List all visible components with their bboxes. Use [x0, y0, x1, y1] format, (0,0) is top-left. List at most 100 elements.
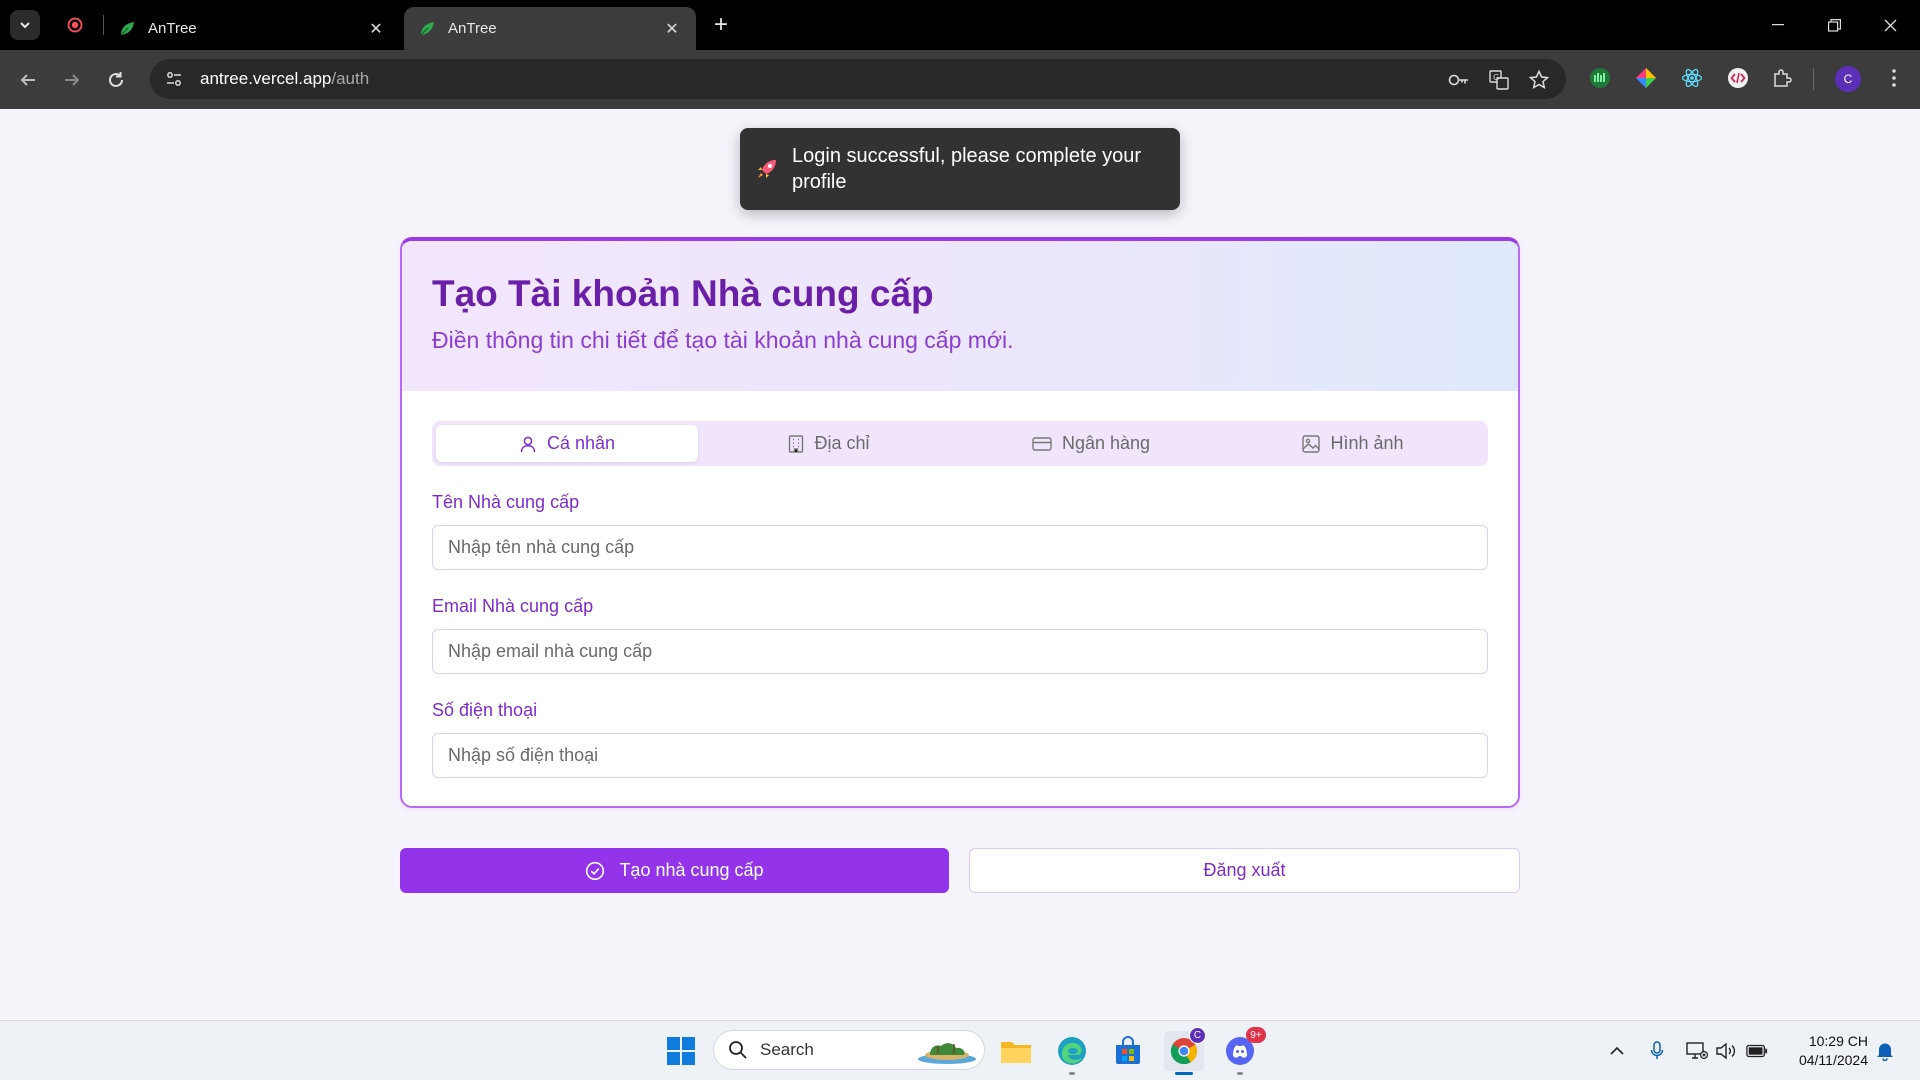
phone-label: Số điện thoại — [432, 700, 538, 720]
chevron-up-icon — [1610, 1046, 1624, 1055]
notification-bell-icon[interactable] — [1874, 1040, 1896, 1062]
volume-icon[interactable] — [1716, 1040, 1738, 1062]
clock-date: 04/11/2024 — [1798, 1052, 1868, 1068]
close-window-button[interactable] — [1862, 0, 1918, 50]
page-subtitle: Điền thông tin chi tiết để tạo tài khoản… — [432, 327, 1014, 353]
back-button[interactable] — [12, 64, 44, 96]
url-path: /auth — [331, 69, 370, 88]
phone-input[interactable] — [432, 733, 1488, 778]
supplier-email-input[interactable] — [432, 629, 1488, 674]
ms-store-icon[interactable] — [1108, 1031, 1148, 1071]
supplier-email-label: Email Nhà cung cấp — [432, 596, 594, 616]
toast-message: Login successful, please complete your p… — [792, 145, 1142, 193]
tab-antree-1[interactable]: AnTree ✕ — [104, 7, 400, 50]
create-supplier-button[interactable]: Tạo nhà cung cấp — [400, 848, 949, 893]
bookmark-star-icon[interactable] — [1528, 69, 1550, 91]
microphone-icon[interactable] — [1646, 1040, 1668, 1062]
url-text: antree.vercel.app/auth — [200, 69, 369, 89]
forward-button[interactable] — [56, 64, 88, 96]
login-success-toast: Login successful, please complete your p… — [740, 128, 1180, 210]
url-host: antree.vercel.app — [200, 69, 332, 88]
tab-bank[interactable]: Ngân hàng — [960, 425, 1222, 462]
logout-button[interactable]: Đăng xuất — [969, 848, 1520, 893]
arrow-left-icon — [20, 74, 35, 86]
card-body: Cá nhân Địa chỉ Ngân hàng Hình ảnh Tên N… — [402, 391, 1518, 806]
running-indicator — [1069, 1072, 1075, 1075]
check-circle-icon — [586, 861, 605, 880]
extensions-puzzle-icon[interactable] — [1770, 66, 1794, 90]
tab-antree-2[interactable]: AnTree ✕ — [404, 7, 696, 50]
running-indicator — [1175, 1072, 1193, 1075]
chevron-down-icon — [20, 22, 30, 29]
leaf-icon — [420, 21, 434, 35]
minimize-icon — [1772, 24, 1784, 26]
profile-avatar[interactable]: C — [1835, 66, 1861, 92]
password-key-icon[interactable] — [1448, 69, 1470, 91]
show-hidden-icons-button[interactable] — [1606, 1040, 1628, 1062]
running-indicator — [1237, 1072, 1243, 1075]
record-icon — [67, 17, 83, 33]
close-icon — [1884, 19, 1896, 31]
supplier-name-label: Tên Nhà cung cấp — [432, 492, 580, 512]
card-header: Tạo Tài khoản Nhà cung cấp Điền thông ti… — [402, 241, 1518, 391]
edge-icon[interactable] — [1052, 1031, 1092, 1075]
toolbar-divider — [1813, 68, 1814, 90]
create-supplier-card: Tạo Tài khoản Nhà cung cấp Điền thông ti… — [400, 237, 1520, 808]
close-tab-icon[interactable]: ✕ — [662, 19, 682, 39]
restore-button[interactable] — [1806, 0, 1862, 50]
windows-logo-icon — [667, 1037, 695, 1065]
browser-toolbar: antree.vercel.app/auth G C — [0, 50, 1920, 109]
reload-icon — [109, 72, 123, 87]
leaf-icon — [120, 21, 134, 35]
image-icon — [1302, 434, 1321, 453]
network-icon[interactable] — [1686, 1040, 1708, 1062]
taskbar-clock[interactable]: 10:29 CH 04/11/2024 — [1778, 1032, 1868, 1070]
minimize-button[interactable] — [1750, 0, 1806, 50]
close-tab-icon[interactable]: ✕ — [366, 19, 386, 39]
file-explorer-icon[interactable] — [996, 1031, 1036, 1071]
battery-icon[interactable] — [1746, 1040, 1768, 1062]
search-icon — [729, 1041, 747, 1059]
supplier-name-input[interactable] — [432, 525, 1488, 570]
extension-code-icon[interactable] — [1726, 66, 1750, 90]
browser-tab-bar: AnTree ✕ AnTree ✕ + — [0, 0, 1920, 50]
rocket-icon — [758, 160, 776, 178]
credit-card-icon — [1032, 436, 1052, 451]
site-info-icon[interactable] — [156, 70, 192, 88]
chrome-taskbar-icon[interactable]: C — [1164, 1027, 1206, 1075]
clock-time: 10:29 CH — [1808, 1033, 1868, 1049]
browser-menu-icon[interactable] — [1882, 66, 1906, 90]
extension-meter-icon[interactable] — [1588, 66, 1612, 90]
tab-label: Hình ảnh — [1330, 433, 1404, 453]
chrome-profile-badge: C — [1189, 1027, 1206, 1044]
extension-colorpicker-icon[interactable] — [1634, 66, 1658, 90]
discord-icon[interactable]: 9+ — [1220, 1027, 1266, 1075]
taskbar-search[interactable]: Search — [713, 1030, 985, 1070]
discord-notification-badge: 9+ — [1246, 1027, 1266, 1043]
tab-title: AnTree — [448, 20, 497, 37]
tab-label: Cá nhân — [546, 433, 616, 453]
extension-react-devtools-icon[interactable] — [1680, 66, 1704, 90]
windows-taskbar: Search C 9+ 10:29 CH 04/11/2024 — [0, 1020, 1920, 1080]
user-icon — [520, 436, 536, 452]
record-indicator[interactable] — [60, 10, 90, 40]
tab-images[interactable]: Hình ảnh — [1222, 425, 1484, 462]
tab-label: Địa chỉ — [814, 433, 870, 453]
search-label: Search — [760, 1040, 814, 1059]
tab-search-button[interactable] — [10, 10, 40, 40]
translate-icon[interactable]: G — [1488, 69, 1510, 91]
tab-personal[interactable]: Cá nhân — [436, 425, 698, 462]
island-illustration-icon — [918, 1043, 976, 1064]
tab-label: Ngân hàng — [1061, 433, 1151, 453]
reload-button[interactable] — [100, 64, 132, 96]
start-button[interactable] — [661, 1031, 701, 1071]
address-bar[interactable]: antree.vercel.app/auth G — [150, 59, 1566, 99]
new-tab-button[interactable]: + — [706, 10, 736, 40]
svg-text:G: G — [1493, 73, 1499, 82]
restore-icon — [1827, 18, 1841, 32]
create-supplier-label: Tạo nhà cung cấp — [619, 860, 764, 880]
logout-label: Đăng xuất — [1203, 860, 1286, 880]
tab-address[interactable]: Địa chỉ — [698, 425, 960, 462]
tab-title: AnTree — [148, 20, 197, 37]
building-icon — [789, 434, 804, 453]
